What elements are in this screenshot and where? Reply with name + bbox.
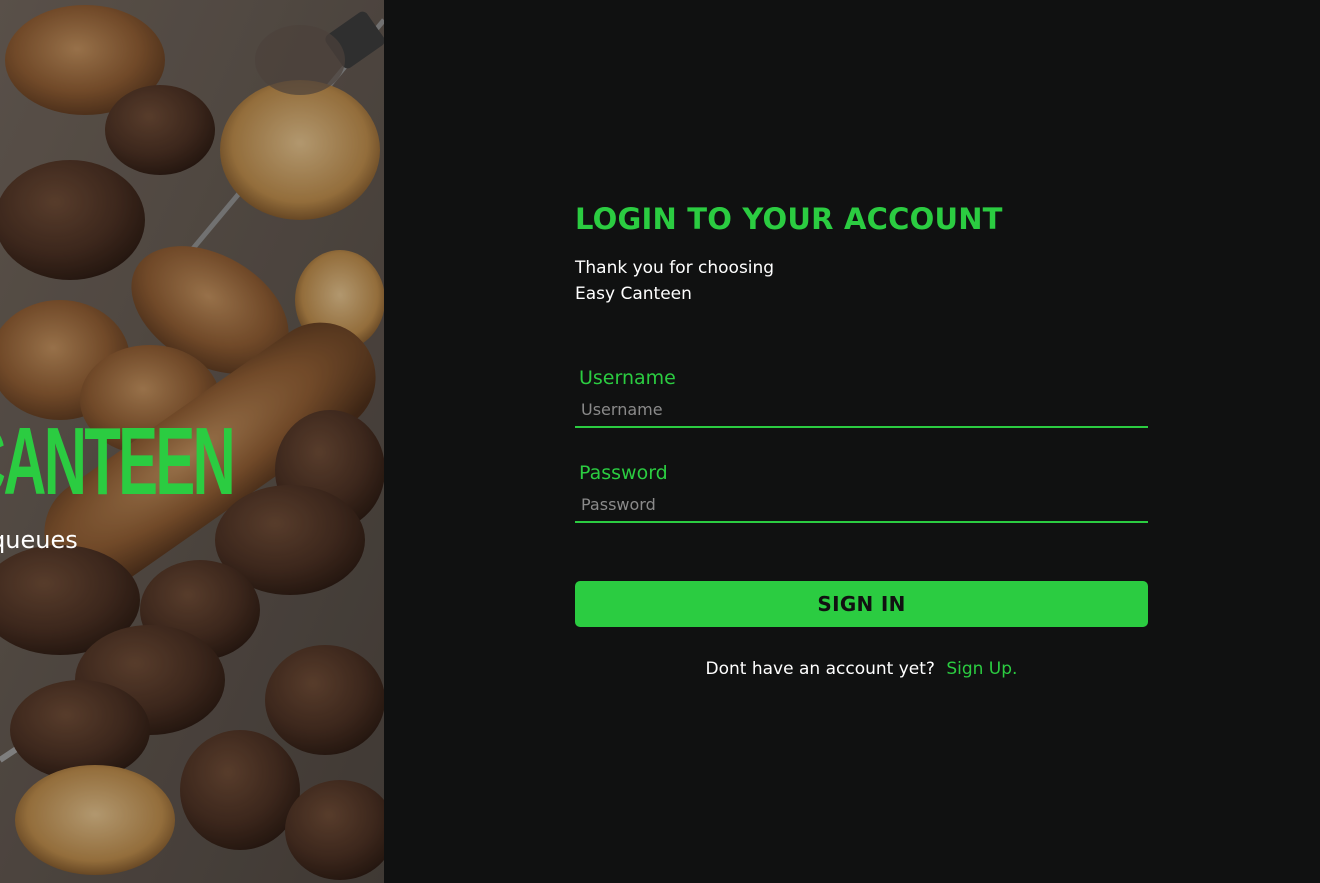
username-input[interactable]: [575, 392, 1148, 428]
login-form: LOGIN TO YOUR ACCOUNT Thank you for choo…: [575, 198, 1148, 681]
subtitle-line-1: Thank you for choosing: [575, 258, 775, 278]
login-subtitle: Thank you for choosing Easy Canteen: [575, 255, 1148, 307]
signup-row: Dont have an account yet? Sign Up.: [575, 657, 1148, 681]
login-title: LOGIN TO YOUR ACCOUNT: [575, 202, 1003, 236]
sign-in-button[interactable]: SIGN IN: [575, 581, 1148, 627]
username-label: Username: [579, 367, 676, 389]
brand-tagline: No more queues: [0, 526, 78, 554]
password-field-group: Password: [575, 460, 1148, 523]
login-page: CANTEEN No more queues LOGIN TO YOUR ACC…: [0, 0, 1320, 883]
hero-panel: CANTEEN No more queues: [0, 0, 384, 883]
subtitle-line-2: Easy Canteen: [575, 284, 692, 304]
brand-title: CANTEEN: [0, 412, 236, 512]
username-field-group: Username: [575, 365, 1148, 428]
signup-prompt: Dont have an account yet?: [705, 659, 935, 679]
password-input[interactable]: [575, 487, 1148, 523]
sign-up-link[interactable]: Sign Up.: [946, 659, 1017, 679]
password-label: Password: [579, 462, 668, 484]
